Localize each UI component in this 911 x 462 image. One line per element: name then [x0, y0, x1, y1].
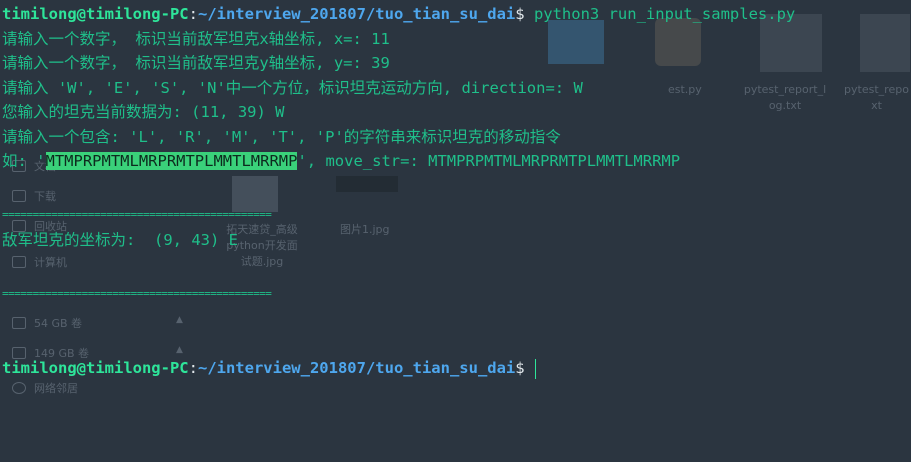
output-line-x: 请输入一个数字， 标识当前敌军坦克x轴坐标, x=: 11 — [2, 29, 390, 48]
output-line-y: 请输入一个数字， 标识当前敌军坦克y轴坐标, y=: 39 — [2, 54, 390, 72]
command-line: timilong@timilong-PC:~/interview_201807/… — [2, 2, 911, 27]
example-prefix: 如: ' — [2, 152, 46, 170]
result-line: 敌军坦克的坐标为: (9, 43) E — [2, 231, 238, 249]
output-line-data: 您输入的坦克当前数据为: (11, 39) W — [2, 103, 285, 121]
sidebar-item-network: 网络邻居 — [12, 380, 78, 396]
prompt-path: ~/interview_201807/tuo_tian_su_dai — [197, 359, 516, 377]
output-line-move-prompt: 请输入一个包含: 'L', 'R', 'M', 'T', 'P'的字符串来标识坦… — [2, 127, 561, 146]
example-suffix: ', move_str=: MTMPRPMTMLMRPRMTPLMMTLMRRM… — [297, 152, 681, 170]
network-icon — [12, 382, 26, 394]
prompt-user: timilong@timilong-PC — [2, 5, 189, 23]
command-text: python3 run_input_samples.py — [524, 5, 796, 23]
selected-text-highlight[interactable]: MTMPRPMTMLMRPRMTPLMMTLMRRMP — [45, 152, 298, 170]
terminal-output: timilong@timilong-PC:~/interview_201807/… — [2, 2, 911, 381]
separator-bottom: ========================================… — [2, 287, 272, 300]
prompt-user: timilong@timilong-PC — [2, 359, 189, 377]
prompt-colon: : — [188, 359, 198, 377]
output-line-direction: 请输入 'W', 'E', 'S', 'N'中一个方位，标识坦克运动方向, di… — [2, 78, 583, 97]
prompt-dollar: $ — [515, 5, 525, 23]
separator-top: ========================================… — [2, 208, 272, 221]
output-line-example: 如: 'MTMPRPMTMLMRPRMTPLMMTLMRRMP', move_s… — [2, 149, 911, 174]
active-prompt-line[interactable]: timilong@timilong-PC:~/interview_201807/… — [2, 356, 911, 381]
prompt-path: ~/interview_201807/tuo_tian_su_dai — [197, 5, 516, 23]
terminal-window[interactable]: 文档 下载 回收站 计算机 54 GB 卷 ▲ 149 GB 卷 ▲ 网络邻居 — [0, 0, 911, 462]
text-cursor — [534, 358, 536, 379]
prompt-colon: : — [188, 5, 198, 23]
prompt-dollar: $ — [515, 359, 525, 377]
